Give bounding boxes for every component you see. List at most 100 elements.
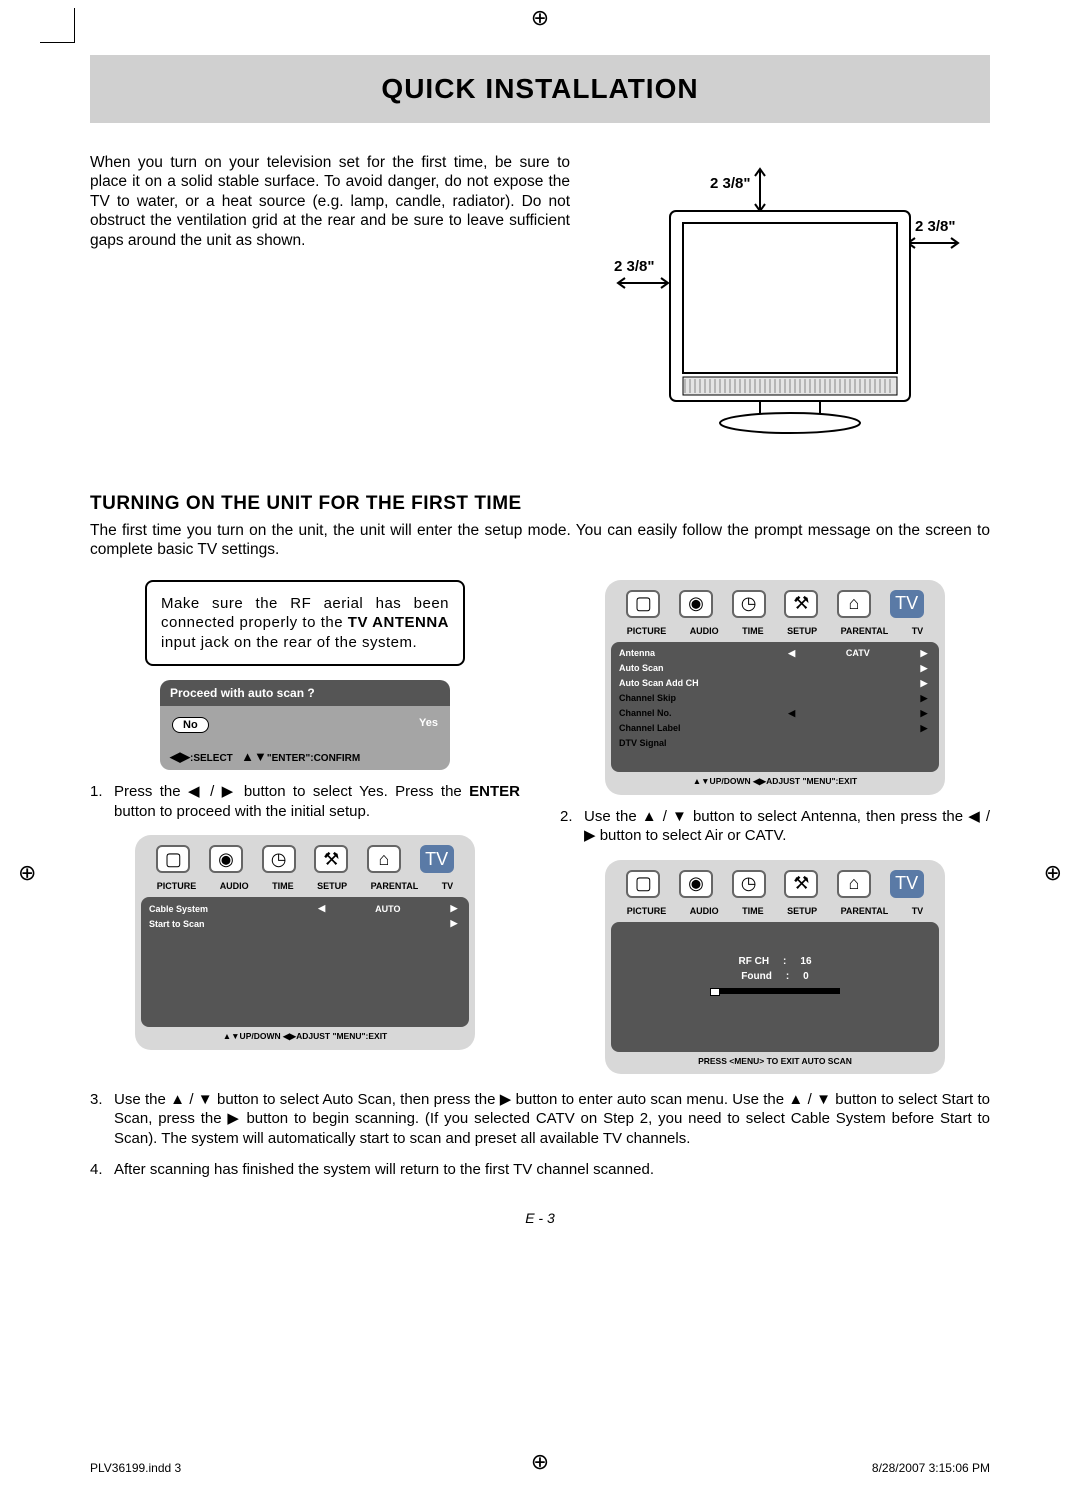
menu-item-label: Channel Label [619,723,785,733]
menu-tab: AUDIO [690,626,719,636]
tv-clearance-diagram: 2 3/8" 2 3/8" 2 3/8" [590,153,990,463]
step-number: 3. [90,1090,108,1149]
left-arrow-icon: ◀ [785,708,799,719]
clearance-left-label: 2 3/8" [614,258,654,275]
footer-filename: PLV36199.indd 3 [90,1461,181,1475]
scan-progress-screen: ▢ ◉ ◷ ⚒ ⌂ TV PICTUREAUDIOTIMESETUPPARENT… [605,860,945,1074]
dialog-no-button: No [172,717,209,733]
setup-icon: ⚒ [784,590,818,618]
menu-tabs: PICTUREAUDIOTIMESETUPPARENTALTV [611,624,939,642]
right-arrow-icon: ▶ [447,903,461,914]
scan-progress-bar [710,988,840,994]
menu-tabs: PICTUREAUDIOTIMESETUPPARENTALTV [141,879,469,897]
menu-row: Channel Skip▶ [619,691,931,706]
registration-mark-top-icon: ⊕ [531,5,549,31]
right-arrow-icon: ▶ [917,693,931,704]
footer-timestamp: 8/28/2007 3:15:06 PM [872,1461,990,1475]
time-icon: ◷ [262,845,296,873]
menu-row: Auto Scan ▶ [619,661,931,676]
tv-icon: TV [890,870,924,898]
right-arrow-icon: ▶ [447,918,461,929]
menu-tab: SETUP [787,626,817,636]
found-value: 0 [803,971,809,982]
menu-item-value: CATV [799,648,917,658]
left-arrow-icon: ◀ [785,648,799,659]
note-text-bold: TV ANTENNA [348,614,449,631]
dialog-title: Proceed with auto scan ? [160,680,450,706]
up-down-icon: ▲▼ [241,749,267,764]
step-4-text: After scanning has finished the system w… [114,1160,654,1180]
registration-mark-right-icon: ⊕ [1044,860,1062,886]
time-icon: ◷ [732,590,766,618]
menu-item-label: DTV Signal [619,738,785,748]
menu-item-label: Cable System [149,904,315,914]
clearance-top-label: 2 3/8" [710,175,750,192]
menu-item-label: Channel No. [619,708,785,718]
crop-mark [40,8,75,43]
found-label: Found [741,971,772,982]
menu-tab: AUDIO [220,881,249,891]
menu-item-label: Antenna [619,648,785,658]
menu-row: Auto Scan Add CH ▶ [619,676,931,691]
intro-paragraph: When you turn on your television set for… [90,153,570,463]
menu-tab: PARENTAL [371,881,419,891]
audio-icon: ◉ [679,590,713,618]
dialog-foot-confirm: "ENTER":CONFIRM [267,753,360,764]
step-number: 4. [90,1160,108,1180]
right-arrow-icon: ▶ [917,723,931,734]
right-arrow-icon: ▶ [917,663,931,674]
menu-item-label: Auto Scan Add CH [619,678,785,688]
step1-bold: ENTER [469,783,520,800]
menu-tab: TV [912,626,924,636]
audio-icon: ◉ [209,845,243,873]
right-arrow-icon: ▶ [917,678,931,689]
left-arrow-icon: ◀ [315,903,329,914]
menu-item-label: Start to Scan [149,919,315,929]
menu-tab: PICTURE [627,626,667,636]
picture-icon: ▢ [626,870,660,898]
menu-row: Start to Scan ▶ [149,916,461,931]
clearance-right-label: 2 3/8" [915,218,955,235]
registration-mark-left-icon: ⊕ [18,860,36,886]
step1-pre: Press the ◀ / ▶ button to select Yes. Pr… [114,783,469,800]
menu-row: Channel Label ▶ [619,721,931,736]
picture-icon: ▢ [156,845,190,873]
setup-menu-antenna: ▢ ◉ ◷ ⚒ ⌂ TV PICTUREAUDIOTIMESETUPPARENT… [605,580,945,795]
note-text-post: input jack on the rear of the system. [161,634,417,651]
step-number: 1. [90,782,108,821]
step1-post: button to proceed with the initial setup… [114,803,370,820]
section-heading: TURNING ON THE UNIT FOR THE FIRST TIME [90,493,990,515]
menu-row: Cable System◀AUTO▶ [149,901,461,916]
menu-foot: ▲▼UP/DOWN ◀▶ADJUST "MENU":EXIT [141,1027,469,1044]
menu-tab: TV [442,881,454,891]
setup-menu-cable: ▢ ◉ ◷ ⚒ ⌂ TV PICTUREAUDIOTIMESETUPPARENT… [135,835,475,1050]
rfch-value: 16 [800,956,811,967]
menu-tab: PICTURE [157,881,197,891]
audio-icon: ◉ [679,870,713,898]
scan-body: RF CH:16 Found:0 [611,922,939,1052]
menu-item-label: Auto Scan [619,663,785,673]
menu-tabs: PICTUREAUDIOTIMESETUPPARENTALTV [611,904,939,922]
right-arrow-icon: ▶ [917,708,931,719]
step-3-text: Use the ▲ / ▼ button to select Auto Scan… [114,1090,990,1149]
menu-tab: TIME [272,881,294,891]
parental-icon: ⌂ [837,870,871,898]
tv-icon: TV [890,590,924,618]
autoscan-dialog: Proceed with auto scan ? No Yes ◀▶:SELEC… [160,680,450,770]
page-title: QUICK INSTALLATION [90,55,990,123]
parental-icon: ⌂ [837,590,871,618]
antenna-note-box: Make sure the RF aerial has been connect… [145,580,465,667]
menu-row: Antenna◀CATV▶ [619,646,931,661]
setup-icon: ⚒ [784,870,818,898]
rfch-label: RF CH [738,956,769,967]
dialog-foot-select: :SELECT [190,753,233,764]
parental-icon: ⌂ [367,845,401,873]
menu-row: DTV Signal [619,736,931,750]
tv-icon: TV [420,845,454,873]
menu-tab: PARENTAL [841,626,889,636]
menu-body-antenna: Antenna◀CATV▶Auto Scan▶Auto Scan Add CH▶… [611,642,939,772]
menu-tab: PICTURE [627,906,667,916]
picture-icon: ▢ [626,590,660,618]
dialog-yes-button: Yes [419,717,438,733]
setup-icon: ⚒ [314,845,348,873]
